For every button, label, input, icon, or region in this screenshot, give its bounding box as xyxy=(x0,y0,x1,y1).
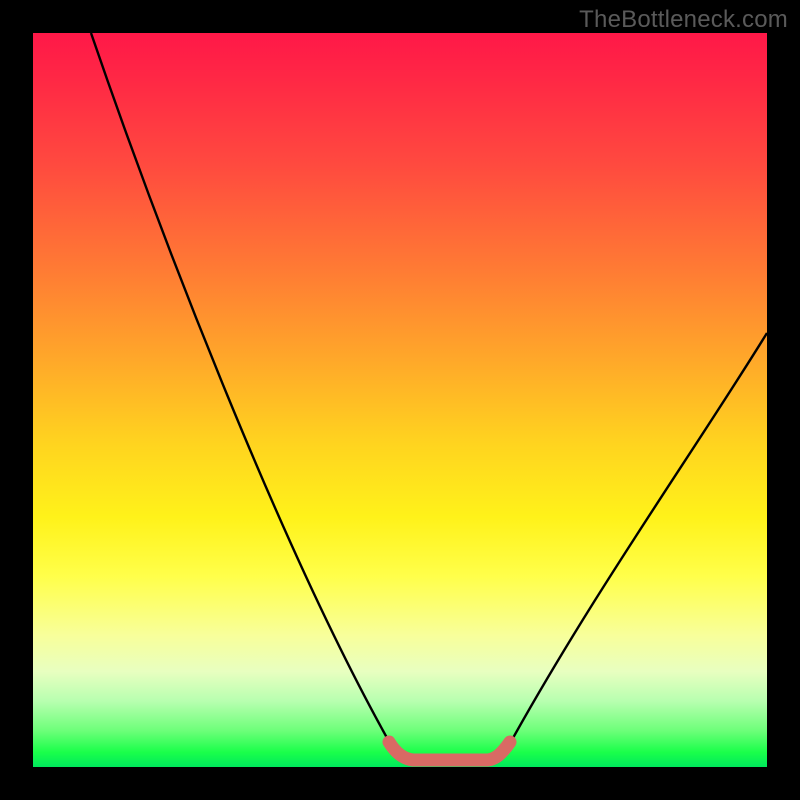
watermark-text: TheBottleneck.com xyxy=(579,6,788,34)
plot-area xyxy=(33,33,767,767)
chart-frame: TheBottleneck.com xyxy=(0,0,800,800)
curve-svg xyxy=(33,33,767,767)
valley-highlight xyxy=(389,742,510,760)
bottleneck-curve xyxy=(91,33,767,760)
